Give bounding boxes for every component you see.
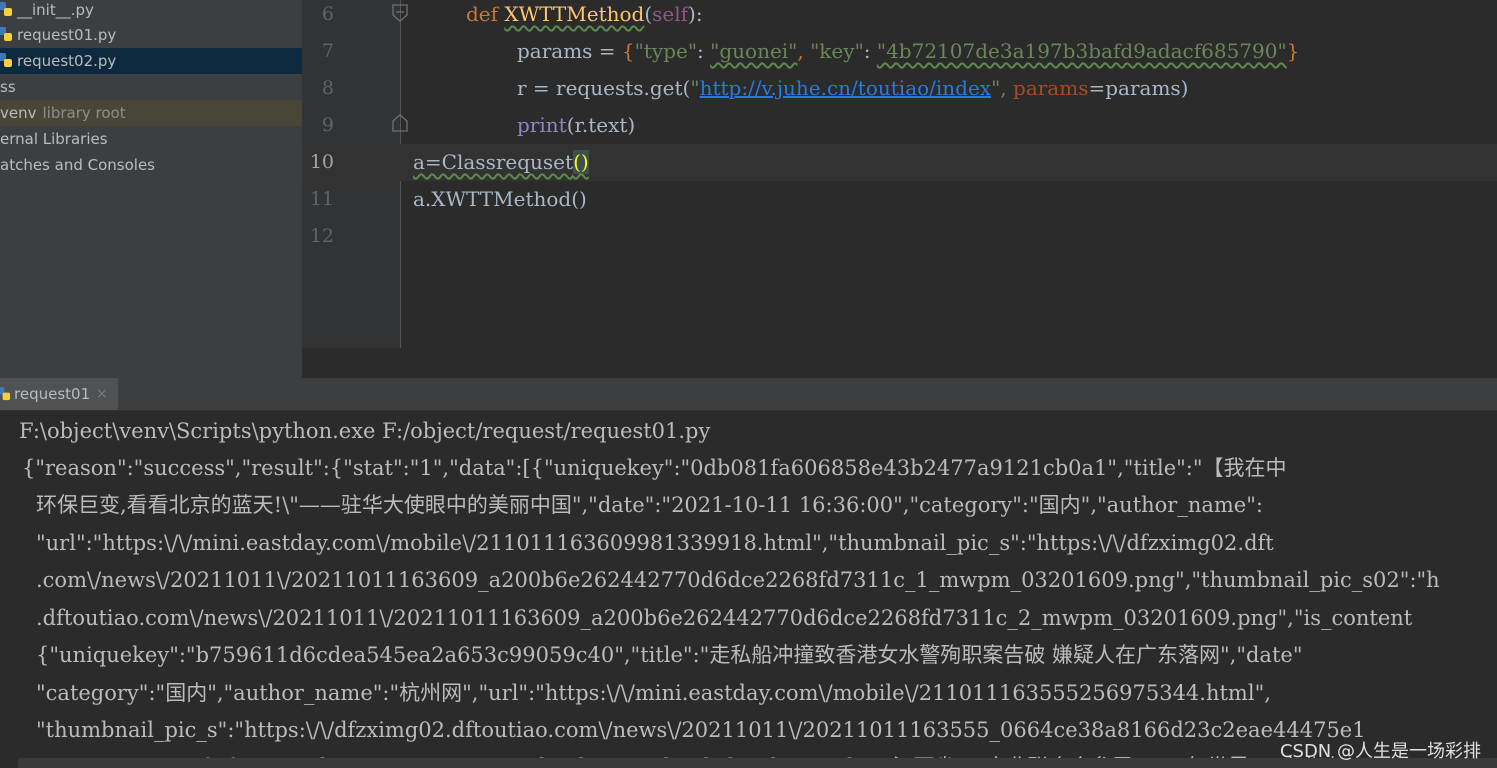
requests-call: r = requests.get(: [517, 76, 691, 100]
console-line: 环保巨变,看看北京的蓝天!\"——驻华大使眼中的美丽中国","date":"20…: [36, 493, 1263, 517]
line-number: 10: [309, 151, 334, 173]
fold-marker-icon[interactable]: [392, 4, 408, 22]
console-line: "category":"国内","author_name":"杭州网","url…: [36, 681, 1271, 705]
code-text: print(r.text): [517, 107, 635, 144]
url-quote-open: ": [690, 76, 700, 100]
line-number: 6: [321, 3, 334, 25]
code-line-11[interactable]: 11 a.XWTTMethod(): [302, 181, 1497, 218]
code-text: params = {"type": "guonei", "key": "4b72…: [517, 39, 1300, 63]
param-value: =params): [1088, 76, 1189, 100]
code-text: r = requests.get("http://v.juhe.cn/touti…: [517, 70, 1188, 107]
console-line: "url":"https:\/\/mini.eastday.com\/mobil…: [36, 531, 1274, 555]
tree-item-request01-py[interactable]: request01.py: [0, 22, 302, 48]
tree-item-external-libraries[interactable]: ernal Libraries: [0, 126, 302, 152]
line-number: 11: [309, 188, 334, 210]
code-text: a.XWTTMethod(): [413, 187, 587, 211]
python-file-icon: [0, 53, 12, 67]
print-args: (r.text): [566, 113, 636, 137]
line-number: 7: [321, 40, 334, 62]
tree-item-label: ernal Libraries: [0, 130, 108, 148]
url-link[interactable]: http://v.juhe.cn/toutiao/index: [700, 76, 992, 100]
run-tab-label: request01: [14, 385, 91, 403]
line-number: 9: [321, 114, 334, 136]
console-line: {"uniquekey":"b759611d6cdea545ea2a653c99…: [36, 643, 1303, 667]
tree-item-venv[interactable]: venv library root: [0, 100, 302, 126]
keyword-def: def: [466, 2, 499, 26]
code-editor[interactable]: 6 def XWTTMethod(self): 7 params = {"typ…: [302, 0, 1497, 348]
library-root-hint: library root: [42, 104, 126, 122]
params-assign: params =: [517, 39, 622, 63]
fold-end-marker-icon[interactable]: [392, 114, 408, 132]
code-line-8[interactable]: 8 r = requests.get("http://v.juhe.cn/tou…: [302, 70, 1497, 107]
code-line-12[interactable]: 12: [302, 218, 1497, 255]
run-console[interactable]: F:\object\venv\Scripts\python.exe F:/obj…: [0, 411, 1497, 768]
string-key-key: "key": [810, 39, 864, 63]
named-param: params: [1013, 76, 1089, 100]
tree-item-label: ss: [0, 78, 16, 96]
print-builtin: print: [517, 113, 567, 137]
url-quote-close: ",: [991, 76, 1014, 100]
tree-item-label: request01.py: [17, 26, 117, 44]
string-type-value: "guonei": [710, 39, 798, 63]
close-icon[interactable]: ×: [96, 378, 108, 410]
python-file-icon: [0, 2, 12, 16]
class-instantiation: a=Classrequset: [413, 150, 574, 174]
line-number: 8: [321, 77, 334, 99]
console-line: .com\/news\/20211011\/20211011163609_a20…: [36, 568, 1440, 592]
tree-item-label: venv library root: [0, 100, 126, 126]
venv-label: venv: [0, 104, 37, 122]
console-line: F:\object\venv\Scripts\python.exe F:/obj…: [19, 419, 711, 443]
method-name: XWTTMethod: [504, 2, 645, 26]
tree-item-label: atches and Consoles: [0, 156, 155, 174]
code-line-10[interactable]: 10 a=Classrequset(): [302, 144, 1497, 181]
tree-item-init-py[interactable]: __init__.py: [0, 0, 302, 23]
line-number: 12: [309, 225, 334, 247]
code-line-6[interactable]: 6 def XWTTMethod(self):: [302, 0, 1497, 33]
watermark: CSDN @人生是一场彩排: [1279, 741, 1481, 762]
code-text: def XWTTMethod(self):: [466, 2, 703, 26]
python-file-icon: [0, 27, 12, 41]
code-text: a=Classrequset(): [413, 144, 589, 181]
tree-item-label: request02.py: [17, 52, 117, 70]
horizontal-scrollbar[interactable]: [18, 758, 1497, 768]
editor-bottom-area: [302, 348, 1497, 378]
matched-parens: (): [573, 150, 589, 174]
tree-item-request02-py[interactable]: request02.py: [0, 48, 302, 74]
run-tab-request01[interactable]: request01 ×: [0, 378, 118, 410]
run-toolbar: request01 ×: [0, 378, 1497, 411]
console-line: .dftoutiao.com\/news\/20211011\/20211011…: [36, 606, 1413, 630]
tree-item-label: __init__.py: [17, 1, 94, 19]
string-type-key: "type": [634, 39, 698, 63]
self-param: self: [652, 2, 689, 26]
code-line-7[interactable]: 7 params = {"type": "guonei", "key": "4b…: [302, 33, 1497, 70]
project-tree: __init__.py request01.py request02.py ss…: [0, 0, 302, 378]
console-line: "thumbnail_pic_s":"https:\/\/dfzximg02.d…: [36, 718, 1366, 742]
code-line-9[interactable]: 9 print(r.text): [302, 107, 1497, 144]
tree-item-ss[interactable]: ss: [0, 74, 302, 100]
string-key-value: "4b72107de3a197b3bafd9adacf685790": [876, 39, 1287, 63]
python-file-icon: [0, 387, 11, 401]
console-line: {"reason":"success","result":{"stat":"1"…: [22, 456, 1287, 480]
tree-item-scratches-consoles[interactable]: atches and Consoles: [0, 152, 302, 178]
